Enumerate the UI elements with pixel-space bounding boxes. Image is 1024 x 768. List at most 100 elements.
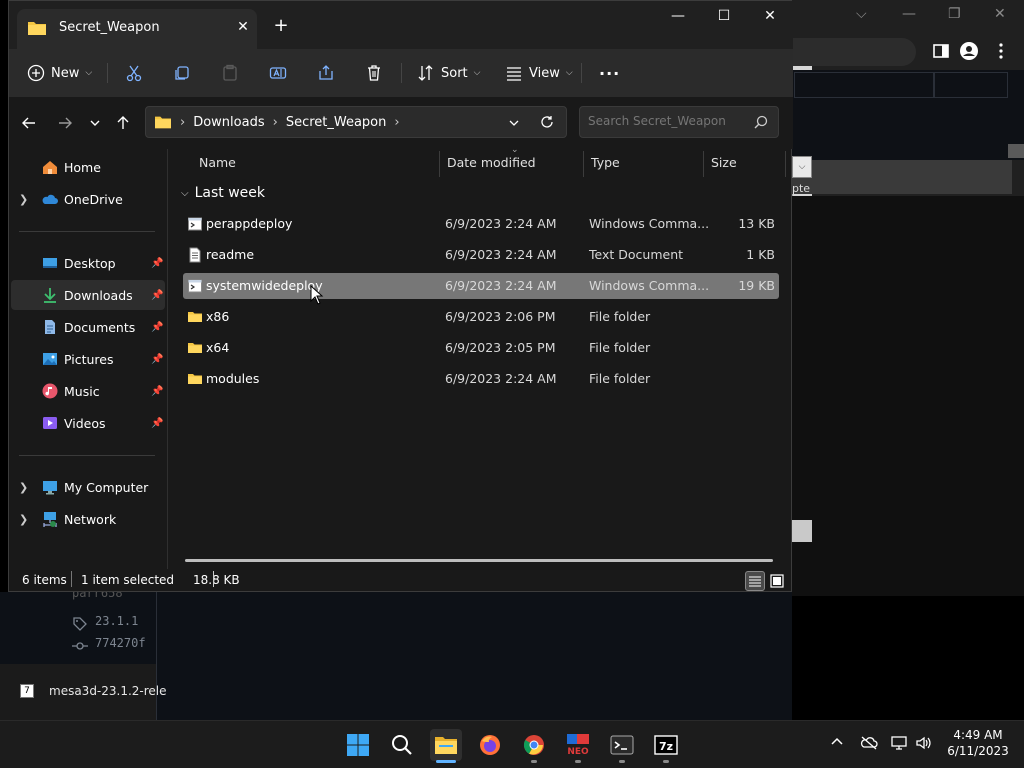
text-file-icon xyxy=(189,247,201,263)
chevron-right-icon[interactable]: ❯ xyxy=(19,513,31,526)
background-content xyxy=(792,196,1024,596)
sidebar-item-network[interactable]: ❯ Network xyxy=(11,504,165,534)
background-window: ⌵ — ❐ ✕ ⌵ pte xyxy=(792,0,1024,596)
sidebar-item-home[interactable]: Home xyxy=(11,152,165,182)
column-header-type[interactable]: Type xyxy=(591,155,620,170)
horizontal-scrollbar[interactable] xyxy=(185,559,773,562)
taskbar-firefox[interactable] xyxy=(474,729,506,761)
breadcrumb-secret-weapon[interactable]: Secret_Weapon xyxy=(286,115,387,130)
new-button[interactable]: New ⌵ xyxy=(27,57,92,89)
selection-count: 1 item selected xyxy=(81,573,175,587)
scrollbar xyxy=(1008,144,1024,158)
file-explorer-window: Secret_Weapon ✕ + — ☐ ✕ New ⌵ Sort ⌵ Vie… xyxy=(8,0,793,592)
table-row[interactable]: readme 6/9/2023 2:24 AM Text Document 1 … xyxy=(183,242,779,268)
paste-button[interactable] xyxy=(221,57,239,89)
navigation-pane: Home ❯ OneDrive Desktop 📌 Downloads 📌 Do… xyxy=(9,149,167,569)
chevron-right-icon[interactable]: ❯ xyxy=(19,481,31,494)
arrow-right-icon xyxy=(59,117,72,129)
view-icon xyxy=(507,67,521,81)
chrome-icon xyxy=(523,735,544,755)
sort-button[interactable]: Sort ⌵ xyxy=(417,57,480,89)
file-date: 6/9/2023 2:24 AM xyxy=(445,278,557,293)
sidebar-item-onedrive[interactable]: ❯ OneDrive xyxy=(11,184,165,214)
chevron-right-icon[interactable]: ❯ xyxy=(19,193,31,206)
address-bar[interactable]: › Downloads › Secret_Weapon › xyxy=(145,106,567,138)
pane-splitter[interactable] xyxy=(167,149,168,569)
taskbar-chrome[interactable] xyxy=(518,729,550,761)
rename-button[interactable] xyxy=(269,57,287,89)
new-tab-button[interactable]: + xyxy=(267,13,295,41)
table-row[interactable]: modules 6/9/2023 2:24 AM File folder xyxy=(183,366,779,392)
taskbar-file-explorer[interactable] xyxy=(430,729,462,761)
sidebar-item-downloads[interactable]: Downloads 📌 xyxy=(11,280,165,310)
table-row[interactable]: systemwidedeploy 6/9/2023 2:24 AM Window… xyxy=(183,273,779,299)
file-name: x64 xyxy=(206,340,230,355)
tiles-view-icon xyxy=(770,574,784,588)
table-row[interactable]: x86 6/9/2023 2:06 PM File folder xyxy=(183,304,779,330)
file-type: File folder xyxy=(589,371,651,386)
pin-icon: 📌 xyxy=(151,385,164,397)
volume-icon[interactable] xyxy=(915,735,933,755)
view-button[interactable]: View ⌵ xyxy=(505,57,573,89)
share-button[interactable] xyxy=(317,57,335,89)
chevron-down-icon[interactable] xyxy=(508,117,520,129)
search-button[interactable] xyxy=(386,729,418,761)
forward-button[interactable] xyxy=(51,109,79,137)
onedrive-offline-icon[interactable] xyxy=(860,735,878,755)
taskbar-7zip[interactable]: 7z xyxy=(650,729,682,761)
clock[interactable]: 4:49 AM 6/11/2023 xyxy=(940,727,1016,759)
chevron-up-icon[interactable] xyxy=(830,735,844,753)
copy-button[interactable] xyxy=(173,57,191,89)
more-options-button[interactable]: ··· xyxy=(599,57,620,89)
breadcrumb-downloads[interactable]: Downloads xyxy=(193,115,264,130)
column-header-size[interactable]: Size xyxy=(711,155,737,170)
chevron-down-icon: ⌵ xyxy=(473,68,481,78)
chevron-down-icon: ⌵ xyxy=(565,68,573,78)
sidebar-item-label: OneDrive xyxy=(64,191,123,207)
search-input[interactable] xyxy=(588,114,748,128)
sidebar-item-pictures[interactable]: Pictures 📌 xyxy=(11,344,165,374)
close-window-button[interactable]: ✕ xyxy=(747,1,793,33)
delete-button[interactable] xyxy=(365,57,383,89)
folder-icon xyxy=(188,312,202,322)
cut-button[interactable] xyxy=(125,57,143,89)
group-header[interactable]: ⌵ Last week xyxy=(181,185,265,201)
tag-icon xyxy=(73,617,87,631)
taskbar-terminal[interactable] xyxy=(606,729,638,761)
column-header-name[interactable]: Name xyxy=(199,155,236,170)
mouse-cursor-icon xyxy=(310,285,324,305)
table-row[interactable]: perappdeploy 6/9/2023 2:24 AM Windows Co… xyxy=(183,211,779,237)
sidebar-item-music[interactable]: Music 📌 xyxy=(11,376,165,406)
start-button[interactable] xyxy=(342,729,374,761)
maximize-button[interactable]: ☐ xyxy=(701,1,747,33)
tab-secret-weapon[interactable]: Secret_Weapon ✕ xyxy=(17,9,257,49)
tiles-view-button[interactable] xyxy=(767,571,787,591)
music-icon xyxy=(42,383,58,399)
search-box[interactable] xyxy=(579,106,779,138)
taskbar-neo-app[interactable]: NEO xyxy=(562,729,594,761)
refresh-icon[interactable] xyxy=(540,115,554,129)
sidebar-item-desktop[interactable]: Desktop 📌 xyxy=(11,248,165,278)
chevron-right-icon: › xyxy=(394,114,400,130)
file-size: 19 KB xyxy=(738,278,775,293)
file-type: Text Document xyxy=(589,247,684,262)
chevron-right-icon: › xyxy=(180,114,186,130)
sidebar-item-documents[interactable]: Documents 📌 xyxy=(11,312,165,342)
selection-size: 18.8 KB xyxy=(193,573,240,587)
column-header-date[interactable]: Date modified xyxy=(447,155,536,170)
up-button[interactable] xyxy=(109,109,137,137)
recent-locations-button[interactable] xyxy=(81,109,109,137)
search-icon[interactable] xyxy=(754,115,768,129)
back-button[interactable] xyxy=(15,109,43,137)
details-view-button[interactable] xyxy=(745,571,765,591)
minimize-button[interactable]: — xyxy=(655,1,701,33)
sidebar-item-videos[interactable]: Videos 📌 xyxy=(11,408,165,438)
network-status-icon[interactable] xyxy=(891,735,909,755)
sort-label: Sort xyxy=(441,65,468,81)
download-item[interactable]: 7 mesa3d-23.1.2-rele xyxy=(0,664,167,720)
sidebar-item-my-computer[interactable]: ❯ My Computer xyxy=(11,472,165,502)
pin-icon: 📌 xyxy=(151,321,164,333)
file-size: 1 KB xyxy=(746,247,775,262)
close-tab-button[interactable]: ✕ xyxy=(229,13,257,41)
table-row[interactable]: x64 6/9/2023 2:05 PM File folder xyxy=(183,335,779,361)
